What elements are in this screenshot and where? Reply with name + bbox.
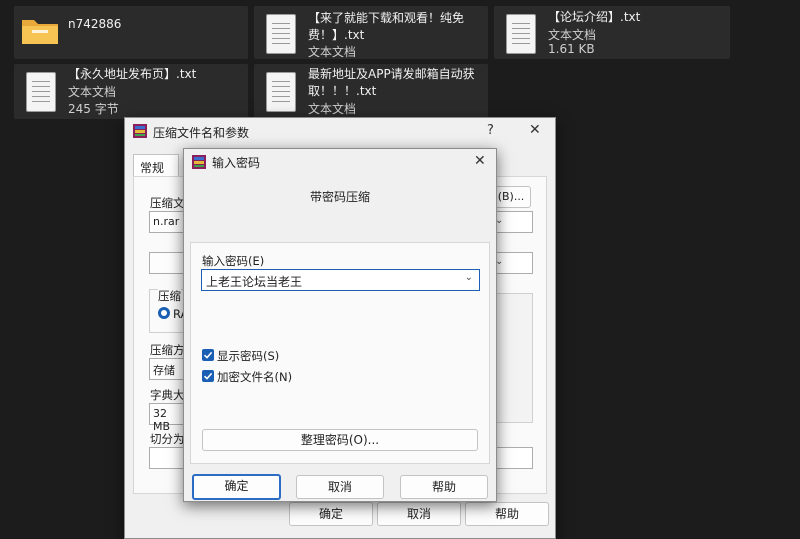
browse-button[interactable]: (B)... (491, 186, 531, 208)
format-radio-rar[interactable] (158, 307, 170, 319)
password-help-button[interactable]: 帮助 (400, 475, 488, 499)
file-size: 1.61 KB (548, 42, 595, 56)
password-dialog-heading: 带密码压缩 (309, 190, 370, 204)
password-dialog-title: 输入密码 (212, 156, 261, 170)
organize-passwords-label: 整理密码(O)... (300, 433, 380, 447)
update-mode-select[interactable]: ⌄ (491, 252, 533, 274)
file-size: 245 字节 (68, 102, 119, 116)
password-cancel-label: 取消 (327, 480, 352, 494)
file-tile-permanent-address[interactable]: 【永久地址发布页】.txt 文本文档 245 字节 (14, 64, 248, 119)
text-file-icon (266, 72, 296, 112)
password-dialog: 输入密码 ✕ 带密码压缩 输入密码(E) 上老王论坛当老王 ⌄ 显示密码(S) … (183, 148, 497, 502)
file-name: n742886 (68, 17, 122, 31)
file-type: 文本文档 (68, 85, 117, 99)
password-help-label: 帮助 (431, 480, 456, 494)
password-input[interactable]: 上老王论坛当老王 ⌄ (201, 269, 480, 291)
file-name: 【论坛介绍】.txt (548, 10, 641, 24)
file-name: 最新地址及APP请发邮箱自动获取！！！.txt (308, 67, 475, 98)
show-password-checkbox[interactable] (202, 349, 214, 361)
text-file-icon (266, 14, 296, 54)
split-unit-select[interactable] (491, 447, 533, 469)
encrypt-filenames-label[interactable]: 加密文件名(N) (217, 369, 292, 385)
chevron-down-icon: ⌄ (495, 256, 504, 267)
profile-select[interactable] (149, 252, 187, 274)
file-tile-latest-address[interactable]: 最新地址及APP请发邮箱自动获取！！！.txt 文本文档 (254, 64, 488, 119)
chevron-down-icon: ⌄ (495, 215, 504, 226)
browse-button-label: (B)... (497, 190, 525, 203)
password-cancel-button[interactable]: 取消 (296, 475, 384, 499)
archive-name-label: 压缩文 (150, 196, 185, 210)
tab-general[interactable]: 常规 (133, 154, 179, 177)
file-type: 文本文档 (548, 28, 597, 42)
ok-button-label: 确定 (318, 507, 343, 521)
file-name: 【来了就能下载和观看！纯免费！】.txt (308, 11, 465, 42)
tab-general-label: 常规 (140, 161, 165, 175)
winrar-icon (133, 124, 147, 138)
dictionary-value: 32 MB (153, 407, 171, 433)
method-label: 压缩方 (150, 343, 185, 357)
winrar-icon (192, 155, 206, 169)
options-group (491, 293, 533, 423)
format-label: 压缩 (158, 288, 181, 304)
close-icon[interactable]: ✕ (474, 153, 486, 169)
help-button-label: 帮助 (494, 507, 519, 521)
file-tile-folder[interactable]: n742886 (14, 6, 248, 59)
password-dialog-titlebar: 输入密码 ✕ (184, 149, 496, 175)
cancel-button-label: 取消 (406, 507, 431, 521)
enter-password-label: 输入密码(E) (202, 254, 265, 268)
close-icon[interactable]: ✕ (529, 122, 541, 138)
encrypt-filenames-checkbox[interactable] (202, 370, 214, 382)
organize-passwords-button[interactable]: 整理密码(O)... (202, 429, 478, 451)
file-tile-download[interactable]: 【来了就能下载和观看！纯免费！】.txt 文本文档 (254, 6, 488, 59)
password-ok-button[interactable]: 确定 (192, 474, 281, 500)
file-name: 【永久地址发布页】.txt (68, 67, 197, 81)
checkmark-icon (203, 351, 213, 359)
chevron-down-icon: ⌄ (464, 272, 473, 283)
text-file-icon (26, 72, 56, 112)
show-password-label[interactable]: 显示密码(S) (217, 348, 279, 364)
dialog-title: 压缩文件名和参数 (153, 126, 250, 140)
dictionary-select[interactable]: 32 MB (149, 403, 187, 433)
checkmark-icon (203, 372, 213, 380)
archive-name-input[interactable]: n.rar (149, 211, 187, 233)
ok-button[interactable]: 确定 (289, 502, 373, 526)
dictionary-label: 字典大 (150, 388, 185, 402)
split-label: 切分为 (150, 432, 185, 446)
file-type: 文本文档 (308, 102, 357, 116)
cancel-button[interactable]: 取消 (377, 502, 461, 526)
help-button[interactable]: 帮助 (465, 502, 549, 526)
password-value: 上老王论坛当老王 (206, 275, 303, 289)
text-file-icon (506, 14, 536, 54)
method-select[interactable]: 存储 (149, 358, 187, 380)
method-value: 存储 (153, 364, 175, 377)
folder-icon (22, 20, 58, 44)
help-icon[interactable]: ? (487, 123, 494, 138)
dialog-titlebar: 压缩文件名和参数 ? ✕ (125, 118, 555, 146)
password-ok-label: 确定 (224, 479, 249, 493)
archive-name-dropdown[interactable]: ⌄ (491, 211, 533, 233)
file-tile-forum-intro[interactable]: 【论坛介绍】.txt 文本文档 1.61 KB (494, 6, 730, 59)
file-type: 文本文档 (308, 45, 357, 59)
split-input[interactable] (149, 447, 187, 469)
archive-name-value: n.rar (153, 215, 180, 228)
